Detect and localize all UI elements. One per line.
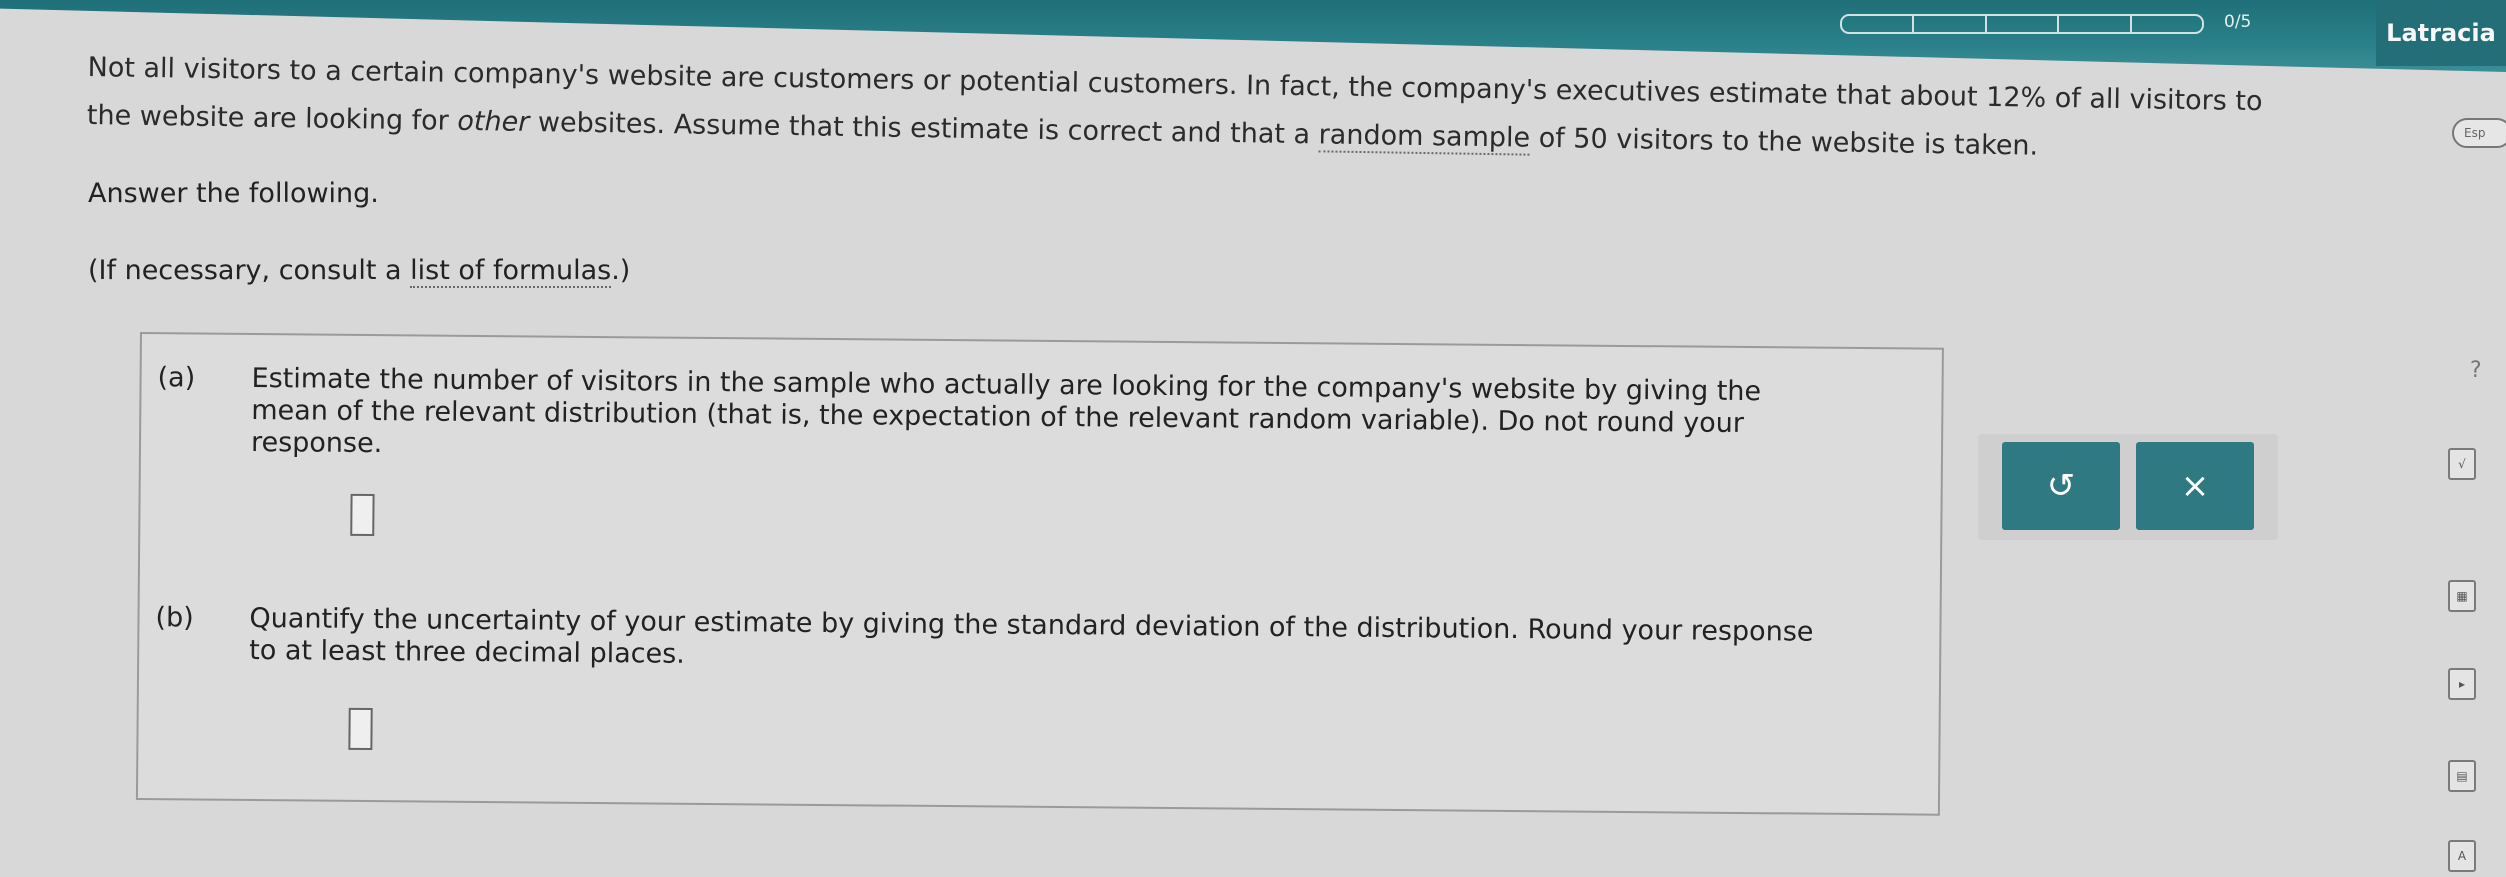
part-b-label: (b) [155,602,194,634]
consult-line: (If necessary, consult a list of formula… [88,255,631,288]
calculator-icon[interactable]: ▦ [2448,580,2476,612]
progress-segment [2132,16,2202,32]
answer-tools: ↺ × [1978,434,2278,540]
random-sample-link[interactable]: random sample [1318,119,1531,156]
progress-segment [1914,16,1987,32]
consult-prefix: (If necessary, consult a [88,255,411,286]
problem-intro: Not all visitors to a certain company's … [86,44,2467,177]
part-a-text: Estimate the number of visitors in the s… [251,363,1761,472]
intro-text: the website are looking for [86,99,458,137]
intro-text: of 50 visitors to the website is taken. [1529,122,2039,162]
help-icon[interactable]: ? [2470,358,2482,383]
intro-emphasis: other [457,105,530,138]
close-icon: × [2180,466,2210,506]
part-b-answer-input[interactable] [348,707,373,751]
part-a-label: (a) [157,362,196,394]
question-panel: (a) Estimate the number of visitors in t… [135,332,1944,816]
part-a-answer-input[interactable] [350,493,375,537]
progress-bar [1840,14,2204,34]
consult-suffix: .) [611,255,631,286]
table-icon[interactable]: ▤ [2448,760,2476,792]
intro-text: websites. Assume that this estimate is c… [529,106,1319,151]
part-b-text: Quantify the uncertainty of your estimat… [249,603,1813,681]
math-symbols-icon[interactable]: √ [2448,448,2476,480]
progress-segment [2059,16,2132,32]
undo-button[interactable]: ↺ [2002,442,2120,530]
score-text: 0/5 [2224,12,2252,32]
progress-segment [1987,16,2060,32]
answer-following-text: Answer the following. [88,178,379,209]
clear-button[interactable]: × [2136,442,2254,530]
list-of-formulas-link[interactable]: list of formulas [410,255,612,288]
video-icon[interactable]: ▸ [2448,668,2476,700]
textbook-icon[interactable]: A [2448,840,2476,872]
undo-icon: ↺ [2046,466,2076,506]
user-name-button[interactable]: Latracia [2376,0,2506,66]
progress-segment [1842,16,1915,32]
